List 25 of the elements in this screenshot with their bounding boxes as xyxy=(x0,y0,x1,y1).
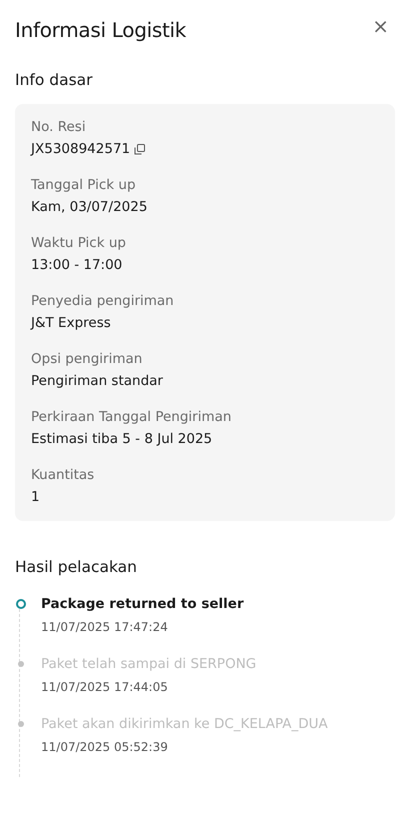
panel-title: Informasi Logistik xyxy=(15,17,186,44)
field-value: Kam, 03/07/2025 xyxy=(31,198,148,217)
tracking-time: 11/07/2025 05:52:39 xyxy=(41,739,169,755)
field-label: Kuantitas xyxy=(31,466,96,484)
field-value: 13:00 - 17:00 xyxy=(31,256,122,275)
copy-icon[interactable] xyxy=(134,144,146,154)
tracking-time: 11/07/2025 17:44:05 xyxy=(41,679,169,695)
field-value: J&T Express xyxy=(31,314,111,333)
field-label: Penyedia pengiriman xyxy=(31,292,175,310)
field-label: No. Resi xyxy=(31,118,87,136)
field-label: Opsi pengiriman xyxy=(31,350,144,368)
section-heading: Info dasar xyxy=(15,70,94,90)
section-heading: Hasil pelacakan xyxy=(15,557,138,577)
field-label: Perkiraan Tanggal Pengiriman xyxy=(31,408,232,426)
field-label: Waktu Pick up xyxy=(31,234,127,252)
close-button[interactable]: × xyxy=(366,16,395,36)
field-value: JX5308942571 xyxy=(31,140,130,159)
field-value: 1 xyxy=(31,488,40,507)
field-value: Pengiriman standar xyxy=(31,372,163,391)
tracking-status: Paket akan dikirimkan ke DC_KELAPA_DUA xyxy=(41,715,328,733)
field-label: Tanggal Pick up xyxy=(31,176,137,194)
tracking-status: Paket telah sampai di SERPONG xyxy=(41,655,256,673)
tracking-time: 11/07/2025 17:47:24 xyxy=(41,619,169,635)
tracking-status: Package returned to seller xyxy=(41,595,244,613)
field-value: Estimasi tiba 5 - 8 Jul 2025 xyxy=(31,430,212,449)
